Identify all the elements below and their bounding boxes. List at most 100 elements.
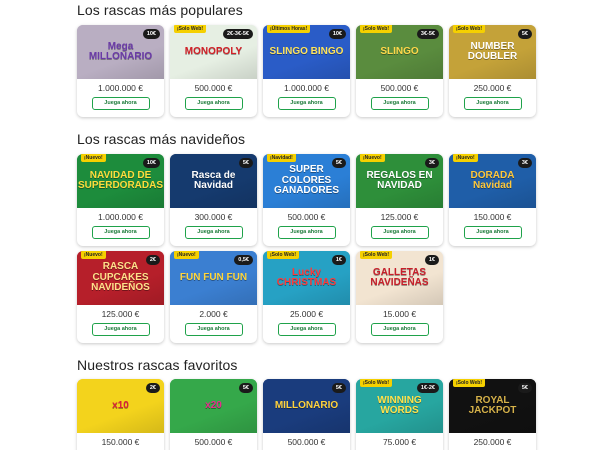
card-thumbnail[interactable]: MILLONARIO 5€ <box>263 379 350 433</box>
section-title-popular: Los rascas más populares <box>77 2 243 18</box>
card-thumbnail-title: DORADA Navidad <box>470 169 515 191</box>
price-badge: 1€ <box>424 255 439 265</box>
play-now-button[interactable]: Juega ahora <box>370 97 429 110</box>
card-thumbnail[interactable]: Mega MILLONARIO 10€ <box>77 25 164 79</box>
scratch-card[interactable]: ¡Últimos Horas! SLINGO BINGO 10€ 1.000.000 … <box>263 25 350 117</box>
price-badge: 0,5€ <box>234 255 253 265</box>
card-thumbnail-title: Lucky CHRISTMAS <box>276 266 337 288</box>
card-thumbnail-title: GALLETAS NAVIDEÑAS <box>370 266 429 288</box>
card-thumbnail[interactable]: SLINGO BINGO 10€ <box>263 25 350 79</box>
play-now-button[interactable]: Juega ahora <box>277 97 336 110</box>
card-prize: 125.000 € <box>101 309 140 319</box>
play-now-button[interactable]: Juega ahora <box>370 226 429 239</box>
scratch-card[interactable]: ¡Nuevo! DORADA Navidad 3€ 150.000 € Juega ah… <box>449 154 536 246</box>
play-now-button[interactable]: Juega ahora <box>91 97 150 110</box>
card-thumbnail-title: WINNING WORDS <box>377 394 422 416</box>
grid-popular: Mega MILLONARIO 10€ 1.000.000 € Juega ahora… <box>77 25 536 117</box>
scratch-card[interactable]: x102€150.000 €Juega ahora <box>77 379 164 450</box>
card-thumbnail[interactable]: WINNING WORDS 1€-2€ <box>356 379 443 433</box>
card-prize: 500.000 € <box>380 83 419 93</box>
card-thumbnail-title: SLINGO BINGO <box>269 45 344 57</box>
promo-tag: ¡Solo Web! <box>360 379 393 387</box>
card-thumbnail[interactable]: MONOPOLY 2€-3€-5€ <box>170 25 257 79</box>
scratch-card[interactable]: ¡Solo Web! NUMBER DOUBLER 5€ 250.000 € Juega… <box>449 25 536 117</box>
promo-tag: ¡Solo Web! <box>360 251 393 259</box>
card-thumbnail-title: MILLONARIO <box>274 399 339 411</box>
card-thumbnail-title: MONOPOLY <box>184 45 243 57</box>
price-badge: 10€ <box>328 29 346 39</box>
card-thumbnail[interactable]: ROYAL JACKPOT 5€ <box>449 379 536 433</box>
card-thumbnail[interactable]: REGALOS EN NAVIDAD 3€ <box>356 154 443 208</box>
card-prize: 300.000 € <box>194 212 233 222</box>
scratch-card[interactable]: Mega MILLONARIO 10€ 1.000.000 € Juega ahora <box>77 25 164 117</box>
play-now-button[interactable]: Juega ahora <box>184 226 243 239</box>
scratch-card[interactable]: ¡Solo Web! GALLETAS NAVIDEÑAS 1€ 15.000 € Ju… <box>356 251 443 343</box>
play-now-button[interactable]: Juega ahora <box>370 323 429 336</box>
scratch-card[interactable]: ¡Solo Web!ROYAL JACKPOT5€250.000 €Juega … <box>449 379 536 450</box>
card-thumbnail[interactable]: RASCA CUPCAKES NAVIDEÑOS 2€ <box>77 251 164 305</box>
card-prize: 500.000 € <box>194 437 233 447</box>
scratch-card[interactable]: MILLONARIO5€500.000 €Juega ahora <box>263 379 350 450</box>
grid-christmas-row2: ¡Nuevo! RASCA CUPCAKES NAVIDEÑOS 2€ 125.000… <box>77 251 443 343</box>
promo-tag: ¡Nuevo! <box>453 154 478 162</box>
card-thumbnail[interactable]: NAVIDAD DE SUPERDORADAS 10€ <box>77 154 164 208</box>
scratch-card[interactable]: ¡Solo Web!WINNING WORDS1€-2€75.000 €Jueg… <box>356 379 443 450</box>
card-prize: 1.000.000 € <box>284 83 329 93</box>
price-badge: 5€ <box>238 158 253 168</box>
card-prize: 2.000 € <box>199 309 228 319</box>
card-thumbnail[interactable]: SUPER COLORES GANADORES 5€ <box>263 154 350 208</box>
scratch-card[interactable]: ¡Solo Web! MONOPOLY 2€-3€-5€ 500.000 € Juega… <box>170 25 257 117</box>
price-badge: 1€ <box>331 255 346 265</box>
card-prize: 500.000 € <box>287 437 326 447</box>
price-badge: 2€-3€-5€ <box>222 29 253 39</box>
card-prize: 1.000.000 € <box>98 83 143 93</box>
card-thumbnail[interactable]: NUMBER DOUBLER 5€ <box>449 25 536 79</box>
play-now-button[interactable]: Juega ahora <box>184 323 243 336</box>
card-thumbnail[interactable]: x10 2€ <box>77 379 164 433</box>
card-thumbnail-title: Mega MILLONARIO <box>88 40 153 62</box>
card-thumbnail-title: SLINGO <box>380 45 419 57</box>
price-badge: 5€ <box>517 29 532 39</box>
promo-tag: ¡Nuevo! <box>81 154 106 162</box>
card-thumbnail-title: x10 <box>112 399 129 411</box>
play-now-button[interactable]: Juega ahora <box>463 226 522 239</box>
scratch-card[interactable]: Rasca de Navidad 5€ 300.000 € Juega ahora <box>170 154 257 246</box>
card-thumbnail[interactable]: Lucky CHRISTMAS 1€ <box>263 251 350 305</box>
scratch-card[interactable]: ¡Nuevo! RASCA CUPCAKES NAVIDEÑOS 2€ 125.000… <box>77 251 164 343</box>
scratch-card[interactable]: ¡Nuevo! NAVIDAD DE SUPERDORADAS 10€ 1.000.0… <box>77 154 164 246</box>
play-now-button[interactable]: Juega ahora <box>184 97 243 110</box>
promo-tag: ¡Últimos Horas! <box>267 25 311 33</box>
play-now-button[interactable]: Juega ahora <box>277 226 336 239</box>
play-now-button[interactable]: Juega ahora <box>463 97 522 110</box>
scratch-card[interactable]: ¡Solo Web! SLINGO 3€-5€ 500.000 € Juega ahor… <box>356 25 443 117</box>
scratch-card[interactable]: ¡Nuevo! REGALOS EN NAVIDAD 3€ 125.000 € Jueg… <box>356 154 443 246</box>
scratch-card[interactable]: x205€500.000 €Juega ahora <box>170 379 257 450</box>
card-thumbnail[interactable]: FUN FUN FUN 0,5€ <box>170 251 257 305</box>
scratch-card[interactable]: ¡Navidad! SUPER COLORES GANADORES 5€ 500.00… <box>263 154 350 246</box>
card-thumbnail[interactable]: x20 5€ <box>170 379 257 433</box>
card-prize: 25.000 € <box>289 309 324 319</box>
promo-tag: ¡Navidad! <box>267 154 296 162</box>
card-thumbnail-title: SUPER COLORES GANADORES <box>273 164 339 197</box>
play-now-button[interactable]: Juega ahora <box>91 323 150 336</box>
scratch-card[interactable]: ¡Solo Web! Lucky CHRISTMAS 1€ 25.000 € Juega… <box>263 251 350 343</box>
card-thumbnail[interactable]: Rasca de Navidad 5€ <box>170 154 257 208</box>
card-thumbnail-title: ROYAL JACKPOT <box>468 394 517 416</box>
card-thumbnail[interactable]: DORADA Navidad 3€ <box>449 154 536 208</box>
card-thumbnail-title: NUMBER DOUBLER <box>467 40 518 62</box>
promo-tag: ¡Nuevo! <box>81 251 106 259</box>
card-prize: 500.000 € <box>287 212 326 222</box>
card-thumbnail[interactable]: GALLETAS NAVIDEÑAS 1€ <box>356 251 443 305</box>
price-badge: 10€ <box>142 29 160 39</box>
price-badge: 5€ <box>331 158 346 168</box>
promo-tag: ¡Solo Web! <box>360 25 393 33</box>
card-thumbnail-title: Rasca de Navidad <box>191 169 236 191</box>
price-badge: 1€-2€ <box>416 383 439 393</box>
card-thumbnail[interactable]: SLINGO 3€-5€ <box>356 25 443 79</box>
price-badge: 5€ <box>517 383 532 393</box>
promo-tag: ¡Solo Web! <box>453 379 486 387</box>
play-now-button[interactable]: Juega ahora <box>277 323 336 336</box>
play-now-button[interactable]: Juega ahora <box>91 226 150 239</box>
scratch-card[interactable]: ¡Nuevo! FUN FUN FUN 0,5€ 2.000 € Juega ahora <box>170 251 257 343</box>
promo-tag: ¡Solo Web! <box>174 25 207 33</box>
